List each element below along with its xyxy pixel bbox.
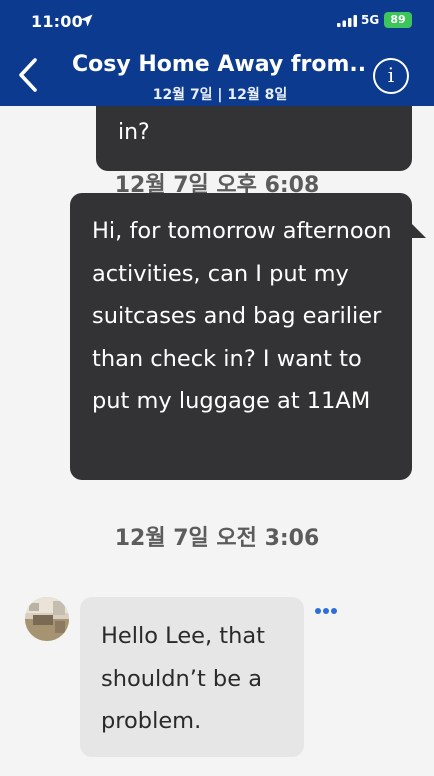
host-avatar[interactable]	[25, 597, 69, 641]
signal-icon	[337, 15, 357, 27]
received-message-text: Hello Lee, that shouldn’t be a problem.	[101, 623, 266, 734]
chat-screen: in? 12월 7일 오후 6:08 Hi, for tomorrow afte…	[0, 0, 434, 776]
reservation-dates: 12월 7일 | 12월 8일	[152, 87, 288, 103]
back-chevron-icon[interactable]	[12, 55, 46, 95]
message-timestamp: 12월 7일 오후 6:08	[114, 173, 320, 194]
network-type: 5G	[361, 13, 380, 27]
avatar-photo	[25, 597, 69, 641]
info-icon[interactable]: i	[373, 58, 409, 94]
listing-title[interactable]: Cosy Home Away from...	[72, 52, 368, 77]
chat-header: 11:00 5G 89 Cosy Home Away from... 12월 7…	[0, 0, 434, 106]
status-bar: 11:00 5G 89	[0, 0, 434, 40]
battery-indicator: 89	[384, 12, 412, 28]
message-timestamp: 12월 7일 오전 3:06	[114, 526, 320, 551]
status-time: 11:00	[31, 12, 83, 31]
sent-message-text: in?	[118, 120, 150, 145]
sent-message-text: Hi, for tomorrow afternoon activities, c…	[92, 218, 392, 414]
received-message-bubble: Hello Lee, that shouldn’t be a problem.	[80, 597, 304, 757]
location-arrow-icon	[80, 14, 93, 27]
more-options-icon[interactable]	[312, 603, 340, 619]
bubble-tail	[408, 220, 426, 238]
sent-message-bubble: Hi, for tomorrow afternoon activities, c…	[70, 193, 412, 480]
